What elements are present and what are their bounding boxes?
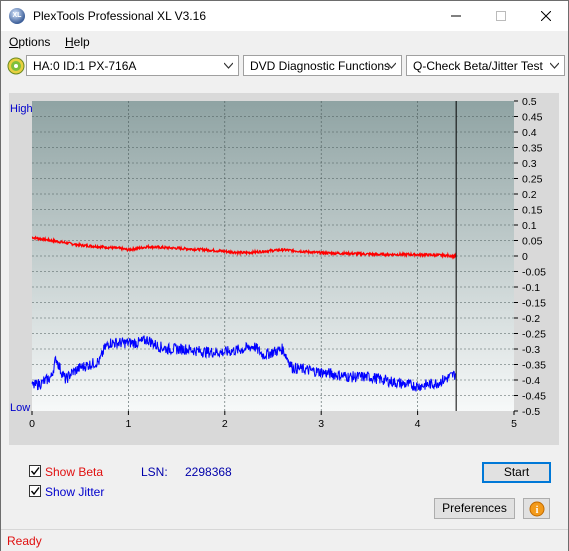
x-tick-label: 3 bbox=[318, 418, 324, 430]
menu-options-label: ptions bbox=[18, 35, 51, 49]
svg-text:i: i bbox=[535, 505, 538, 516]
y-tick-label: 0.4 bbox=[522, 127, 537, 139]
x-tick-label: 1 bbox=[125, 418, 131, 430]
y-tick-label: 0.25 bbox=[522, 174, 543, 186]
close-button[interactable] bbox=[523, 1, 568, 31]
chart-panel: 0.5 0.45 0.4 0.35 0.3 0.25 0.2 0.15 0.1 0.05 0 -0.0… bbox=[9, 93, 559, 445]
status-text: Ready bbox=[7, 534, 42, 548]
x-tick-label: 4 bbox=[415, 418, 421, 430]
maximize-icon bbox=[495, 11, 506, 21]
y-tick-label: -0.3 bbox=[522, 344, 540, 356]
y-tick-label: -0.05 bbox=[522, 267, 546, 279]
info-button[interactable]: i bbox=[523, 498, 550, 519]
show-beta-label[interactable]: Show Beta bbox=[45, 465, 103, 479]
x-tick-label: 5 bbox=[511, 418, 517, 430]
y-high-label: High bbox=[10, 103, 33, 115]
y-tick-label: 0.1 bbox=[522, 220, 537, 232]
minimize-icon bbox=[450, 15, 461, 17]
y-tick-label: 0.5 bbox=[522, 96, 537, 108]
y-tick-label: 0.15 bbox=[522, 205, 543, 217]
x-tick-label: 0 bbox=[29, 418, 35, 430]
y-tick-label: -0.45 bbox=[522, 391, 546, 403]
drive-select-value: HA:0 ID:1 PX-716A bbox=[33, 59, 137, 73]
y-tick-label: -0.2 bbox=[522, 313, 540, 325]
y-tick-label: 0.05 bbox=[522, 236, 543, 248]
y-tick-label: 0.3 bbox=[522, 158, 537, 170]
menu-help[interactable]: Help bbox=[65, 35, 90, 49]
maximize-button bbox=[478, 1, 523, 31]
menu-help-label: elp bbox=[73, 35, 90, 49]
function-select-value: DVD Diagnostic Functions bbox=[250, 59, 391, 73]
start-button[interactable]: Start bbox=[482, 462, 551, 483]
y-tick-label: -0.35 bbox=[522, 360, 546, 372]
close-icon bbox=[540, 11, 551, 21]
info-icon: i bbox=[529, 501, 544, 517]
show-beta-checkbox[interactable] bbox=[29, 465, 41, 477]
y-tick-label: 0.2 bbox=[522, 189, 537, 201]
show-jitter-label[interactable]: Show Jitter bbox=[45, 485, 104, 499]
y-tick-label: -0.25 bbox=[522, 329, 546, 341]
y-low-label: Low bbox=[10, 402, 30, 414]
menu-help-accel: H bbox=[65, 35, 74, 49]
lsn-label: LSN: bbox=[141, 465, 168, 479]
y-tick-label: -0.5 bbox=[522, 406, 540, 418]
status-bar: Ready bbox=[1, 529, 568, 551]
function-select[interactable]: DVD Diagnostic Functions bbox=[243, 55, 402, 76]
chevron-down-icon bbox=[387, 62, 396, 69]
test-select[interactable]: Q-Check Beta/Jitter Test bbox=[406, 55, 565, 76]
chevron-down-icon bbox=[224, 62, 233, 69]
title-bar: XL PlexTools Professional XL V3.16 bbox=[1, 1, 568, 31]
main-window: XL PlexTools Professional XL V3.16 Optio… bbox=[0, 0, 569, 551]
window-title: PlexTools Professional XL V3.16 bbox=[33, 9, 206, 23]
x-tick-label: 2 bbox=[222, 418, 228, 430]
y-tick-label: -0.1 bbox=[522, 282, 540, 294]
show-jitter-checkbox[interactable] bbox=[29, 485, 41, 497]
y-tick-label: 0.45 bbox=[522, 112, 543, 124]
minimize-button[interactable] bbox=[433, 1, 478, 31]
menu-options[interactable]: Options bbox=[9, 35, 50, 49]
checkmark-icon bbox=[30, 487, 40, 496]
disc-drive-icon bbox=[7, 57, 25, 75]
menu-options-accel: O bbox=[9, 35, 19, 49]
beta-jitter-chart: 0.5 0.45 0.4 0.35 0.3 0.25 0.2 0.15 0.1 0.05 0 -0.0… bbox=[10, 96, 546, 430]
y-tick-label: 0 bbox=[522, 251, 528, 263]
y-tick-label: -0.4 bbox=[522, 375, 540, 387]
app-logo-icon: XL bbox=[9, 8, 25, 24]
y-tick-label: 0.35 bbox=[522, 143, 543, 155]
drive-select[interactable]: HA:0 ID:1 PX-716A bbox=[26, 55, 239, 76]
preferences-button[interactable]: Preferences bbox=[434, 498, 515, 519]
chevron-down-icon bbox=[550, 62, 559, 69]
lsn-value: 2298368 bbox=[185, 465, 232, 479]
checkmark-icon bbox=[30, 467, 40, 476]
test-select-value: Q-Check Beta/Jitter Test bbox=[413, 59, 543, 73]
y-tick-label: -0.15 bbox=[522, 298, 546, 310]
menu-bar: Options Help bbox=[1, 32, 568, 52]
